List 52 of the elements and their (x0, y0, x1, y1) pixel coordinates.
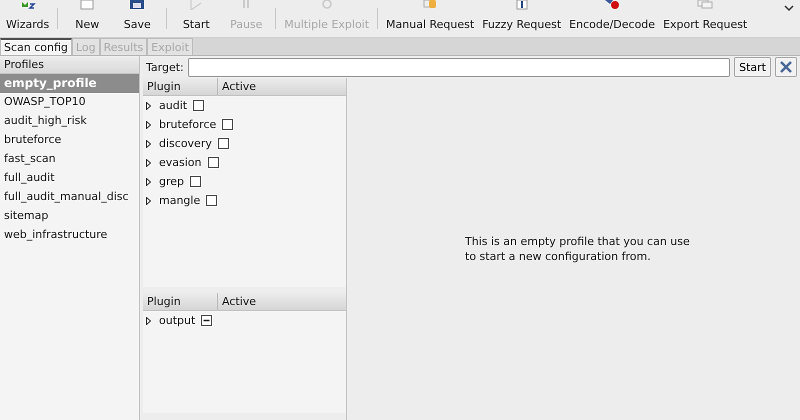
checkbox[interactable] (190, 176, 202, 187)
toolbar-button[interactable]: Wizards (2, 0, 54, 37)
tab[interactable]: Scan config (0, 38, 72, 55)
checkbox[interactable] (193, 100, 204, 111)
tools-icon (779, 60, 793, 74)
expander-icon[interactable] (146, 140, 151, 148)
expander-icon[interactable] (146, 102, 151, 110)
tools-button[interactable] (775, 57, 797, 77)
toolbar-button[interactable]: New (62, 0, 112, 37)
profile-item[interactable]: fast_scan (0, 150, 139, 169)
column-header[interactable]: Active (217, 293, 346, 310)
profile-item[interactable]: bruteforce (0, 131, 139, 150)
profile-item[interactable]: full_audit_manual_disc (0, 188, 139, 207)
expander-icon[interactable] (146, 316, 151, 324)
checkbox[interactable] (208, 157, 219, 168)
page-icon (78, 0, 96, 10)
start-button[interactable]: Start (734, 57, 771, 77)
plugin-name: audit (159, 99, 188, 112)
plugin-name: evasion (159, 156, 202, 169)
plugin-name: bruteforce (159, 118, 216, 131)
toolbar-button[interactable]: Save (112, 0, 162, 37)
profile-description: This is an empty profile that you can use to start a new configuration from. (465, 234, 690, 264)
profile-item[interactable]: OWASP_TOP10 (0, 93, 139, 112)
column-header[interactable]: Active (217, 78, 346, 95)
expander-icon[interactable] (146, 178, 151, 186)
toolbar-button[interactable]: Encode/Decode (565, 0, 660, 37)
toolbar-button[interactable]: Manual Request (382, 0, 478, 37)
pause-icon (243, 0, 250, 8)
profile-item[interactable]: audit_high_risk (0, 112, 139, 131)
plugin-name: mangle (159, 194, 200, 207)
plugin-name: grep (159, 175, 184, 188)
profile-item[interactable]: sitemap (0, 207, 139, 226)
profile-item[interactable]: full_audit (0, 169, 139, 188)
checkbox[interactable] (206, 195, 218, 206)
profile-item[interactable]: web_infrastructure (0, 226, 139, 245)
plugin-name: output (159, 314, 196, 327)
expander-icon[interactable] (146, 158, 151, 166)
expander-icon[interactable] (146, 120, 151, 128)
target-label: Target: (146, 60, 184, 74)
toolbar-button[interactable]: Fuzzy Request (478, 0, 566, 37)
chevron-icon[interactable] (784, 4, 794, 12)
toolbar-button[interactable]: Start (171, 0, 222, 37)
checkbox[interactable] (201, 315, 212, 326)
toolbar-button[interactable]: Export Request (659, 0, 752, 37)
column-header[interactable]: Plugin (143, 78, 217, 95)
list-header: Profiles (0, 56, 139, 74)
plugin-name: discovery (159, 137, 212, 150)
column-header[interactable]: Plugin (143, 293, 217, 310)
target-field[interactable] (188, 58, 730, 76)
checkbox[interactable] (222, 119, 234, 130)
expander-icon[interactable] (146, 196, 151, 204)
checkbox[interactable] (218, 138, 229, 149)
